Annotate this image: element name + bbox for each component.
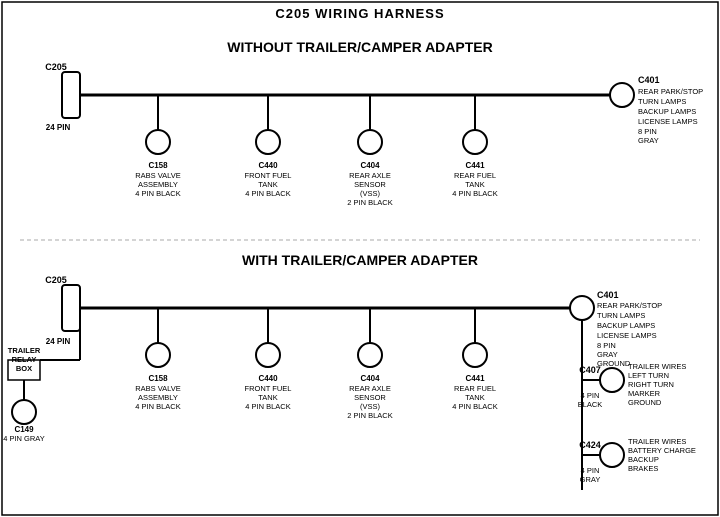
svg-text:(VSS): (VSS)	[360, 189, 381, 198]
svg-text:TANK: TANK	[465, 180, 484, 189]
svg-text:C401: C401	[597, 290, 619, 300]
svg-text:C440: C440	[258, 374, 278, 383]
svg-text:BACKUP: BACKUP	[628, 455, 659, 464]
svg-text:FRONT FUEL: FRONT FUEL	[245, 384, 292, 393]
svg-text:GROUND: GROUND	[597, 359, 631, 368]
svg-text:C205: C205	[45, 275, 67, 285]
svg-text:ASSEMBLY: ASSEMBLY	[138, 180, 178, 189]
svg-text:TANK: TANK	[258, 180, 277, 189]
svg-text:C401: C401	[638, 75, 660, 85]
svg-text:4 PIN BLACK: 4 PIN BLACK	[452, 189, 497, 198]
svg-text:FRONT FUEL: FRONT FUEL	[245, 171, 292, 180]
svg-text:REAR PARK/STOP: REAR PARK/STOP	[597, 301, 662, 310]
svg-text:2 PIN BLACK: 2 PIN BLACK	[347, 198, 392, 207]
svg-text:REAR PARK/STOP: REAR PARK/STOP	[638, 87, 703, 96]
svg-text:BLACK: BLACK	[578, 400, 603, 409]
svg-text:4 PIN BLACK: 4 PIN BLACK	[135, 402, 180, 411]
svg-text:8 PIN: 8 PIN	[638, 127, 657, 136]
svg-text:SENSOR: SENSOR	[354, 180, 386, 189]
svg-text:RABS VALVE: RABS VALVE	[135, 171, 181, 180]
svg-text:RABS VALVE: RABS VALVE	[135, 384, 181, 393]
svg-text:C404: C404	[360, 161, 380, 170]
svg-text:GRAY: GRAY	[597, 350, 618, 359]
svg-text:REAR AXLE: REAR AXLE	[349, 384, 391, 393]
svg-text:C149: C149	[14, 425, 34, 434]
svg-text:TRAILER WIRES: TRAILER WIRES	[628, 362, 686, 371]
svg-text:C441: C441	[465, 161, 485, 170]
svg-text:TANK: TANK	[258, 393, 277, 402]
svg-text:GRAY: GRAY	[580, 475, 601, 484]
svg-text:BACKUP LAMPS: BACKUP LAMPS	[597, 321, 655, 330]
svg-text:4 PIN GRAY: 4 PIN GRAY	[3, 434, 45, 443]
svg-text:BACKUP LAMPS: BACKUP LAMPS	[638, 107, 696, 116]
svg-text:BATTERY CHARGE: BATTERY CHARGE	[628, 446, 696, 455]
svg-text:C158: C158	[148, 374, 168, 383]
svg-text:TURN LAMPS: TURN LAMPS	[597, 311, 645, 320]
svg-text:REAR FUEL: REAR FUEL	[454, 171, 496, 180]
svg-text:C404: C404	[360, 374, 380, 383]
svg-text:4 PIN BLACK: 4 PIN BLACK	[135, 189, 180, 198]
wiring-diagram-svg: WITHOUT TRAILER/CAMPER ADAPTER C205 24 P…	[0, 0, 720, 517]
svg-text:4 PIN: 4 PIN	[581, 466, 600, 475]
svg-text:24 PIN: 24 PIN	[46, 337, 71, 346]
svg-text:4 PIN: 4 PIN	[581, 391, 600, 400]
svg-text:C205: C205	[45, 62, 67, 72]
svg-text:(VSS): (VSS)	[360, 402, 381, 411]
svg-text:GRAY: GRAY	[638, 136, 659, 145]
svg-text:RELAY: RELAY	[12, 355, 37, 364]
svg-text:LEFT TURN: LEFT TURN	[628, 371, 669, 380]
svg-text:WITH TRAILER/CAMPER ADAPTER: WITH TRAILER/CAMPER ADAPTER	[242, 252, 478, 268]
svg-text:GROUND: GROUND	[628, 398, 662, 407]
svg-text:LICENSE LAMPS: LICENSE LAMPS	[597, 331, 657, 340]
svg-text:2 PIN BLACK: 2 PIN BLACK	[347, 411, 392, 420]
svg-text:C440: C440	[258, 161, 278, 170]
svg-text:C441: C441	[465, 374, 485, 383]
svg-text:4 PIN BLACK: 4 PIN BLACK	[245, 189, 290, 198]
svg-text:C158: C158	[148, 161, 168, 170]
svg-text:LICENSE LAMPS: LICENSE LAMPS	[638, 117, 698, 126]
svg-text:REAR AXLE: REAR AXLE	[349, 171, 391, 180]
svg-text:TANK: TANK	[465, 393, 484, 402]
svg-text:4 PIN BLACK: 4 PIN BLACK	[245, 402, 290, 411]
svg-text:SENSOR: SENSOR	[354, 393, 386, 402]
svg-text:BRAKES: BRAKES	[628, 464, 658, 473]
svg-text:TRAILER WIRES: TRAILER WIRES	[628, 437, 686, 446]
svg-text:MARKER: MARKER	[628, 389, 661, 398]
svg-text:4 PIN BLACK: 4 PIN BLACK	[452, 402, 497, 411]
svg-text:C424: C424	[579, 440, 601, 450]
svg-text:REAR FUEL: REAR FUEL	[454, 384, 496, 393]
svg-text:C407: C407	[579, 365, 601, 375]
svg-text:24 PIN: 24 PIN	[46, 123, 71, 132]
svg-text:8 PIN: 8 PIN	[597, 341, 616, 350]
diagram-container: C205 WIRING HARNESS WITHOUT TRAILER/CAMP…	[0, 0, 720, 517]
svg-text:RIGHT TURN: RIGHT TURN	[628, 380, 674, 389]
svg-text:TURN LAMPS: TURN LAMPS	[638, 97, 686, 106]
svg-text:ASSEMBLY: ASSEMBLY	[138, 393, 178, 402]
svg-text:TRAILER: TRAILER	[8, 346, 41, 355]
svg-text:WITHOUT TRAILER/CAMPER ADAPT: WITHOUT TRAILER/CAMPER ADAPTER	[227, 39, 492, 55]
svg-text:BOX: BOX	[16, 364, 32, 373]
